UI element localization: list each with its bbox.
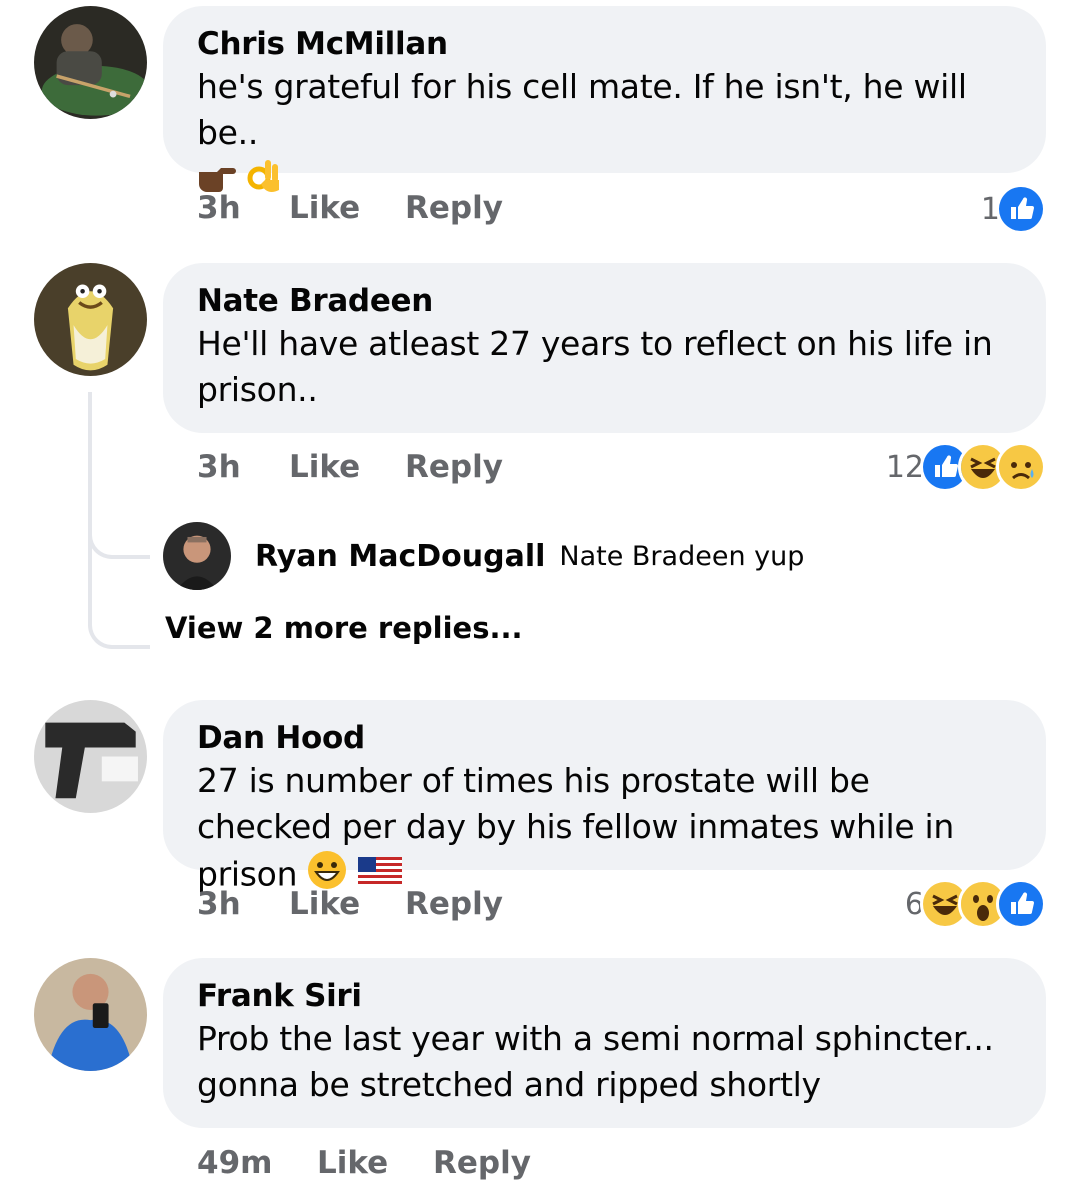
reply-button[interactable]: Reply [433, 1145, 531, 1181]
avatar[interactable] [34, 958, 147, 1071]
comment-time[interactable]: 3h [197, 190, 289, 226]
avatar[interactable] [34, 263, 147, 376]
comment-body: he's grateful for his cell mate. If he i… [197, 67, 967, 152]
sad-reaction-icon [996, 442, 1046, 492]
reactions-summary[interactable]: 6 [905, 879, 1046, 929]
like-button[interactable]: Like [289, 190, 405, 226]
comment-time[interactable]: 3h [197, 886, 289, 922]
like-reaction-icon [996, 879, 1046, 929]
comment-bubble: Chris McMillan he's grateful for his cel… [163, 6, 1046, 192]
reaction-count: 12 [885, 449, 924, 485]
comment-actions: 49m Like Reply [197, 1145, 531, 1181]
comment-body: Prob the last year with a semi normal sp… [197, 1019, 994, 1104]
comment-bubble: Dan Hood 27 is number of times his prost… [163, 700, 1046, 894]
comment-actions: 3h Like Reply [197, 449, 503, 485]
reply-text: Nate Bradeen yup [559, 540, 805, 572]
like-button[interactable]: Like [289, 886, 405, 922]
avatar[interactable] [34, 700, 147, 813]
comment-text: he's grateful for his cell mate. If he i… [197, 64, 1012, 208]
like-button[interactable]: Like [289, 449, 405, 485]
comment-author[interactable]: Frank Siri [197, 976, 1012, 1016]
comment-actions: 3h Like Reply [197, 190, 503, 226]
avatar[interactable] [163, 522, 231, 590]
avatar[interactable] [34, 6, 147, 119]
like-reaction-icon [996, 184, 1046, 234]
reply-preview[interactable]: Ryan MacDougall Nate Bradeen yup [163, 522, 804, 590]
comment-author[interactable]: Dan Hood [197, 718, 1012, 758]
comment-author[interactable]: Chris McMillan [197, 24, 1012, 64]
reply-button[interactable]: Reply [405, 190, 503, 226]
comment-bubble: Frank Siri Prob the last year with a sem… [163, 958, 1046, 1128]
reactions-summary[interactable]: 1 [981, 184, 1046, 234]
comment-bubble: Nate Bradeen He'll have atleast 27 years… [163, 263, 1046, 433]
comment-text: 27 is number of times his prostate will … [197, 758, 1012, 902]
reply-button[interactable]: Reply [405, 886, 503, 922]
comment-time[interactable]: 49m [197, 1145, 317, 1181]
comment-author[interactable]: Nate Bradeen [197, 281, 1012, 321]
reply-button[interactable]: Reply [405, 449, 503, 485]
thread-branch [88, 392, 150, 559]
view-more-replies-link[interactable]: View 2 more replies... [165, 611, 523, 645]
like-button[interactable]: Like [317, 1145, 433, 1181]
comment-body: He'll have atleast 27 years to reflect o… [197, 324, 993, 409]
comment-time[interactable]: 3h [197, 449, 289, 485]
comment-actions: 3h Like Reply [197, 886, 503, 922]
reactions-summary[interactable]: 12 [886, 442, 1046, 492]
reply-author[interactable]: Ryan MacDougall [255, 539, 545, 574]
